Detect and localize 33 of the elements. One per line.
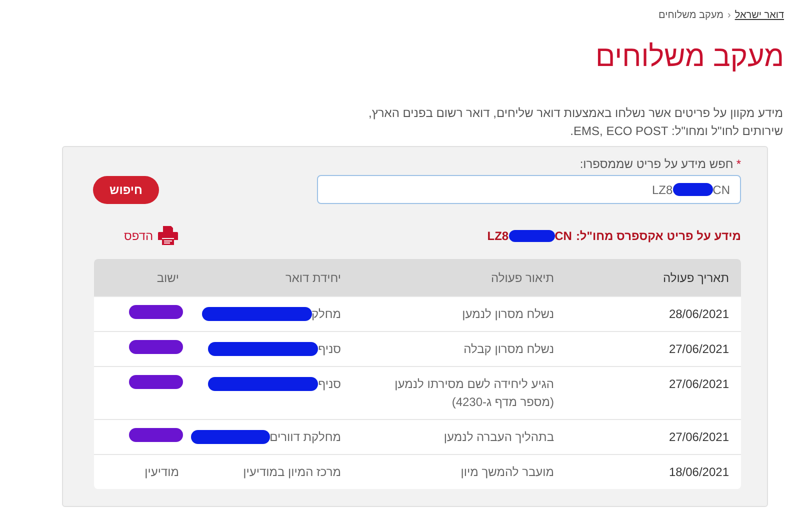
table-cell: נשלח מסרון קבלה xyxy=(464,342,554,356)
table-cell: 27/06/2021 xyxy=(668,430,729,444)
breadcrumb-separator: ‹ xyxy=(728,9,731,23)
table-cell: 27/06/2021 xyxy=(668,377,729,391)
search-button[interactable]: חיפוש xyxy=(93,176,159,204)
column-header: ישוב xyxy=(156,270,179,284)
table-cell: הגיע ליחידה לשם מסירתו לנמען (מספר מדף ג-4230) xyxy=(394,377,554,409)
column-header: יחידת דואר xyxy=(285,270,341,284)
search-label: חפש מידע על פריט שממספרו: xyxy=(580,156,734,173)
table-cell: 28/06/2021 xyxy=(668,307,729,321)
table-cell-text: מודיעין xyxy=(144,464,179,481)
result-heading: מידע על פריט אקספרס מחו"ל: xyxy=(576,228,741,244)
table-cell: נשלח מסרון לנמען xyxy=(462,307,554,321)
breadcrumb-link[interactable]: דואר ישראל xyxy=(734,8,784,23)
table-cell: 18/06/2021 xyxy=(668,465,729,479)
description: מידע מקוון על פריטים אשר נשלחו באמצעות דואר שליחים, דואר רשום בפנים הארץ, שירותים לחו"ל ומחו"ל: EMS, ECO POST. xyxy=(368,105,783,140)
search-field[interactable]: LZ8 CN xyxy=(317,175,741,204)
table-cell-text: מחלק xyxy=(312,306,341,323)
breadcrumb-item: מעקב משלוחים xyxy=(658,8,724,23)
table-cell: בתהליך העברה לנמען xyxy=(444,430,554,444)
item-number: LZ8 CN xyxy=(487,228,572,244)
column-header: תאריך פעולה xyxy=(663,270,729,284)
table-cell-text: מחלקת דוורים xyxy=(270,429,341,446)
table-cell: 27/06/2021 xyxy=(668,342,729,356)
table-cell-text: סניף xyxy=(318,376,341,393)
page-title: מעקב משלוחים xyxy=(596,40,784,75)
printer-icon xyxy=(158,226,178,245)
column-header: תיאור פעולה xyxy=(491,270,554,284)
table-cell: מועבר להמשך מיון xyxy=(460,465,554,479)
print-link[interactable]: הדפס xyxy=(124,226,178,245)
table-cell-text: סניף xyxy=(318,341,341,358)
required-mark: * xyxy=(736,156,741,173)
table-cell-text: מרכז המיון במודיעין xyxy=(243,464,341,481)
